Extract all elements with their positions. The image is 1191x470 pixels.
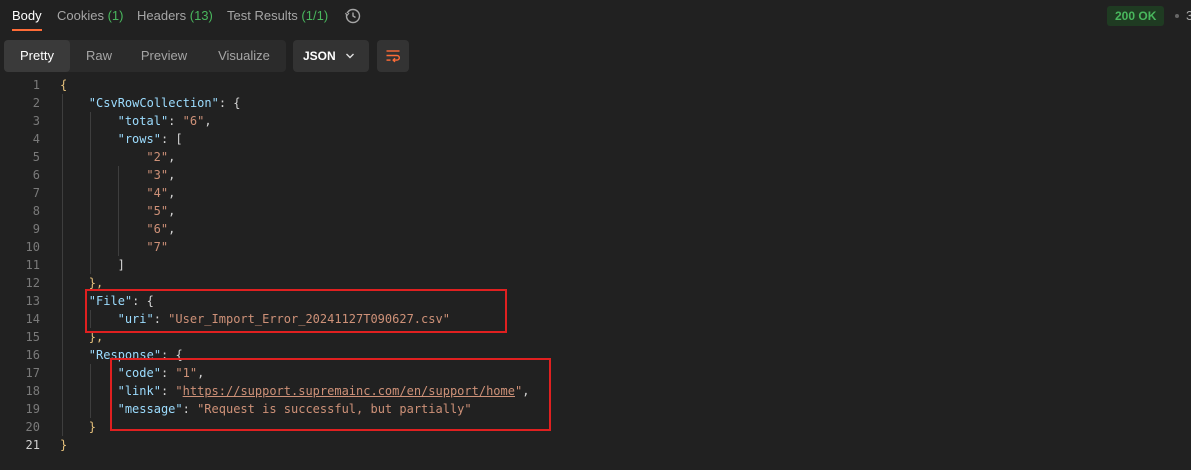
json-punctuation: , (204, 114, 212, 128)
tab-cookies[interactable]: Cookies (1) (57, 8, 123, 23)
line-number: 20 (25, 420, 40, 434)
code-text: "3", (146, 166, 175, 184)
json-punctuation: } (88, 420, 97, 434)
line-number: 17 (25, 366, 40, 380)
json-punctuation: }, (88, 276, 104, 290)
tab-body[interactable]: Body (12, 8, 42, 23)
line-number: 15 (25, 330, 40, 344)
code-line: 21} (0, 436, 1191, 454)
separator-dot (1175, 14, 1179, 18)
line-number: 18 (25, 384, 40, 398)
line-number: 2 (32, 96, 40, 110)
json-punctuation: , (168, 186, 176, 200)
code-text: "CsvRowCollection": { (89, 94, 241, 112)
code-text: ] (118, 256, 125, 274)
line-number: 16 (25, 348, 40, 362)
code-text: { (60, 76, 67, 94)
line-number: 6 (32, 168, 40, 182)
line-number: 10 (25, 240, 40, 254)
json-string: "3" (146, 168, 169, 182)
view-preview-button[interactable]: Preview (128, 40, 200, 72)
json-string: "4" (146, 186, 169, 200)
code-text: "rows": [ (118, 130, 183, 148)
line-number: 12 (25, 276, 40, 290)
view-raw-button[interactable]: Raw (74, 40, 124, 72)
code-line: 6 "3", (0, 166, 1191, 184)
json-punctuation: : (168, 114, 183, 128)
wrap-lines-icon (386, 50, 400, 63)
json-string: "2" (146, 150, 169, 164)
code-text: } (89, 418, 96, 436)
line-number: 1 (32, 78, 40, 92)
code-text: "7" (146, 238, 168, 256)
chevron-down-icon (346, 53, 354, 59)
json-punctuation: , (168, 204, 176, 218)
json-string: "5" (146, 204, 169, 218)
wrap-lines-button[interactable] (377, 40, 409, 72)
line-number: 4 (32, 132, 40, 146)
tab-headers[interactable]: Headers (13) (137, 8, 213, 23)
code-line: 2 "CsvRowCollection": { (0, 94, 1191, 112)
line-number: 13 (25, 294, 40, 308)
json-punctuation: , (168, 222, 176, 236)
history-icon[interactable] (344, 7, 362, 25)
code-text: "2", (146, 148, 175, 166)
json-key: "rows" (117, 132, 161, 146)
code-line: 3 "total": "6", (0, 112, 1191, 130)
code-text: } (60, 436, 67, 454)
line-number: 14 (25, 312, 40, 326)
view-visualize-button[interactable]: Visualize (204, 40, 284, 72)
line-number: 7 (32, 186, 40, 200)
tab-test-results[interactable]: Test Results (1/1) (227, 8, 328, 23)
code-line: 1{ (0, 76, 1191, 94)
status-badge[interactable]: 200 OK (1107, 6, 1165, 26)
json-string: "6" (146, 222, 169, 236)
line-number: 8 (32, 204, 40, 218)
format-select[interactable]: JSON (293, 40, 369, 72)
response-tabs: Body Cookies (1) Headers (13) Test Resul… (0, 0, 1191, 32)
json-punctuation: ] (117, 258, 125, 272)
line-number: 3 (32, 114, 40, 128)
code-line: 10 "7" (0, 238, 1191, 256)
json-string: "6" (182, 114, 205, 128)
code-line: 7 "4", (0, 184, 1191, 202)
code-line: 4 "rows": [ (0, 130, 1191, 148)
response-time[interactable]: 3 (1186, 8, 1191, 23)
highlight-file-box (85, 289, 507, 333)
code-text: "4", (146, 184, 175, 202)
json-punctuation: , (168, 150, 176, 164)
json-string: "7" (146, 240, 169, 254)
code-line: 5 "2", (0, 148, 1191, 166)
highlight-response-box (110, 358, 551, 431)
line-number: 21 (25, 438, 40, 452)
code-line: 8 "5", (0, 202, 1191, 220)
code-text: "5", (146, 202, 175, 220)
json-punctuation: , (168, 168, 176, 182)
line-number: 19 (25, 402, 40, 416)
active-tab-indicator (12, 29, 42, 31)
code-text: "total": "6", (118, 112, 212, 130)
line-number: 9 (32, 222, 40, 236)
json-punctuation: : [ (160, 132, 183, 146)
line-number: 5 (32, 150, 40, 164)
format-label: JSON (303, 49, 336, 63)
code-text: "6", (146, 220, 175, 238)
json-key: "CsvRowCollection" (88, 96, 219, 110)
view-pretty-button[interactable]: Pretty (4, 40, 70, 72)
view-mode-bar: Pretty Raw Preview Visualize (4, 40, 286, 72)
code-line: 11] (0, 256, 1191, 274)
json-punctuation: } (60, 438, 68, 452)
json-punctuation: : { (218, 96, 241, 110)
json-key: "total" (117, 114, 169, 128)
line-number: 11 (25, 258, 40, 272)
json-punctuation: { (60, 78, 68, 92)
code-line: 9 "6", (0, 220, 1191, 238)
